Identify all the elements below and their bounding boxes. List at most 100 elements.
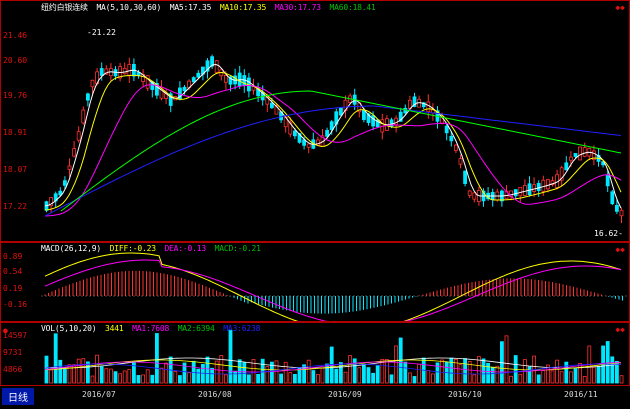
volume-bar	[417, 363, 422, 384]
candle	[527, 183, 532, 196]
volume-bar	[555, 359, 559, 384]
volume-bar	[578, 362, 582, 384]
period-tab-daily[interactable]: 日线	[2, 388, 34, 405]
volume-bar	[527, 366, 532, 384]
volume-bar	[440, 359, 445, 384]
candle	[449, 135, 454, 142]
volume-bar	[164, 362, 169, 384]
volume-bar	[384, 359, 389, 384]
volume-bar	[154, 333, 159, 384]
candle	[426, 101, 431, 113]
volume-bar	[279, 373, 284, 384]
candle	[72, 148, 76, 157]
volume-bar	[86, 361, 90, 384]
price-plot	[44, 54, 624, 224]
volume-plot	[44, 330, 624, 384]
volume-bar	[141, 374, 146, 384]
volume-bar	[357, 367, 362, 384]
volume-panel[interactable]: ● VOL(5,10,20) 3441 MA1:7608 MA2:6394 MA…	[0, 322, 630, 386]
candle	[564, 162, 569, 171]
month-label: 2016/11	[564, 390, 598, 399]
volume-bar	[256, 373, 261, 384]
candle	[403, 107, 408, 114]
candle	[306, 143, 311, 148]
volume-bar	[90, 375, 95, 384]
candle	[127, 64, 132, 76]
volume-bar	[403, 361, 408, 384]
volume-bar	[619, 375, 624, 384]
volume-bar	[49, 369, 53, 384]
volume-bar	[592, 366, 596, 384]
volume-bar	[536, 374, 541, 384]
candle	[569, 156, 573, 161]
volume-bar	[292, 373, 297, 384]
candle	[619, 209, 624, 217]
volume-bar	[205, 356, 210, 384]
volume-bar	[95, 354, 99, 384]
volume-bar	[67, 364, 72, 384]
volume-bar	[283, 361, 288, 384]
volume-bar	[334, 368, 339, 384]
candle	[578, 146, 582, 161]
volume-bar	[371, 372, 376, 384]
volume-bar	[306, 359, 311, 384]
high-price-annotation: -21.22	[87, 28, 116, 37]
volume-bar	[343, 371, 348, 384]
candle	[610, 191, 615, 205]
volume-bar	[242, 361, 247, 384]
volume-bar	[260, 358, 265, 384]
volume-bar	[407, 372, 412, 384]
macd-plot	[41, 252, 629, 321]
volume-bar	[573, 368, 578, 384]
volume-bar	[288, 372, 293, 384]
candle	[394, 117, 399, 126]
candle	[453, 144, 458, 151]
volume-bar	[223, 374, 228, 384]
candle	[182, 86, 187, 92]
macd-panel[interactable]: MACD(26,12,9) DIFF:-0.23 DEA:-0.13 MACD:…	[0, 242, 630, 322]
candle	[532, 184, 536, 192]
candle	[86, 93, 90, 101]
volume-bar	[476, 356, 481, 384]
volume-bar	[490, 366, 495, 384]
volume-bar	[63, 369, 67, 384]
candle	[269, 102, 274, 109]
price-chart-panel[interactable]: 纽约白银连续 MA(5,10,30,60) MA5:17.35 MA10:17.…	[0, 0, 630, 242]
volume-bar	[311, 370, 316, 384]
candle	[472, 192, 477, 200]
volume-bar	[177, 375, 182, 384]
volume-bar	[389, 374, 394, 384]
candle	[513, 189, 518, 197]
volume-bar	[504, 335, 509, 384]
candle	[191, 77, 196, 83]
volume-bar	[559, 371, 564, 384]
volume-bar	[58, 359, 63, 384]
candle	[361, 110, 366, 120]
month-label: 2016/07	[82, 390, 116, 399]
volume-bar	[426, 370, 431, 384]
candle	[196, 72, 201, 78]
volume-bar	[274, 360, 279, 384]
candle	[67, 165, 72, 170]
volume-bar	[352, 358, 357, 384]
volume-bar	[596, 366, 601, 384]
volume-bar	[325, 363, 330, 384]
volume-bar	[122, 370, 127, 384]
time-axis-bar: 日线 2016/07 2016/08 2016/09 2016/10 2016/…	[0, 386, 630, 409]
candle	[81, 109, 86, 124]
volume-bar	[610, 356, 615, 384]
candle	[223, 75, 228, 83]
candle	[536, 182, 541, 191]
month-label: 2016/09	[328, 390, 362, 399]
volume-bar	[228, 330, 233, 384]
volume-bar	[564, 361, 569, 384]
volume-bar	[463, 358, 468, 384]
volume-bar	[127, 369, 132, 384]
candle	[292, 130, 297, 137]
volume-bar	[233, 370, 238, 384]
volume-bar	[472, 374, 477, 384]
volume-bar	[196, 368, 201, 384]
trading-chart-app: 纽约白银连续 MA(5,10,30,60) MA5:17.35 MA10:17.…	[0, 0, 630, 409]
candle	[546, 179, 550, 190]
volume-bar	[315, 374, 320, 384]
